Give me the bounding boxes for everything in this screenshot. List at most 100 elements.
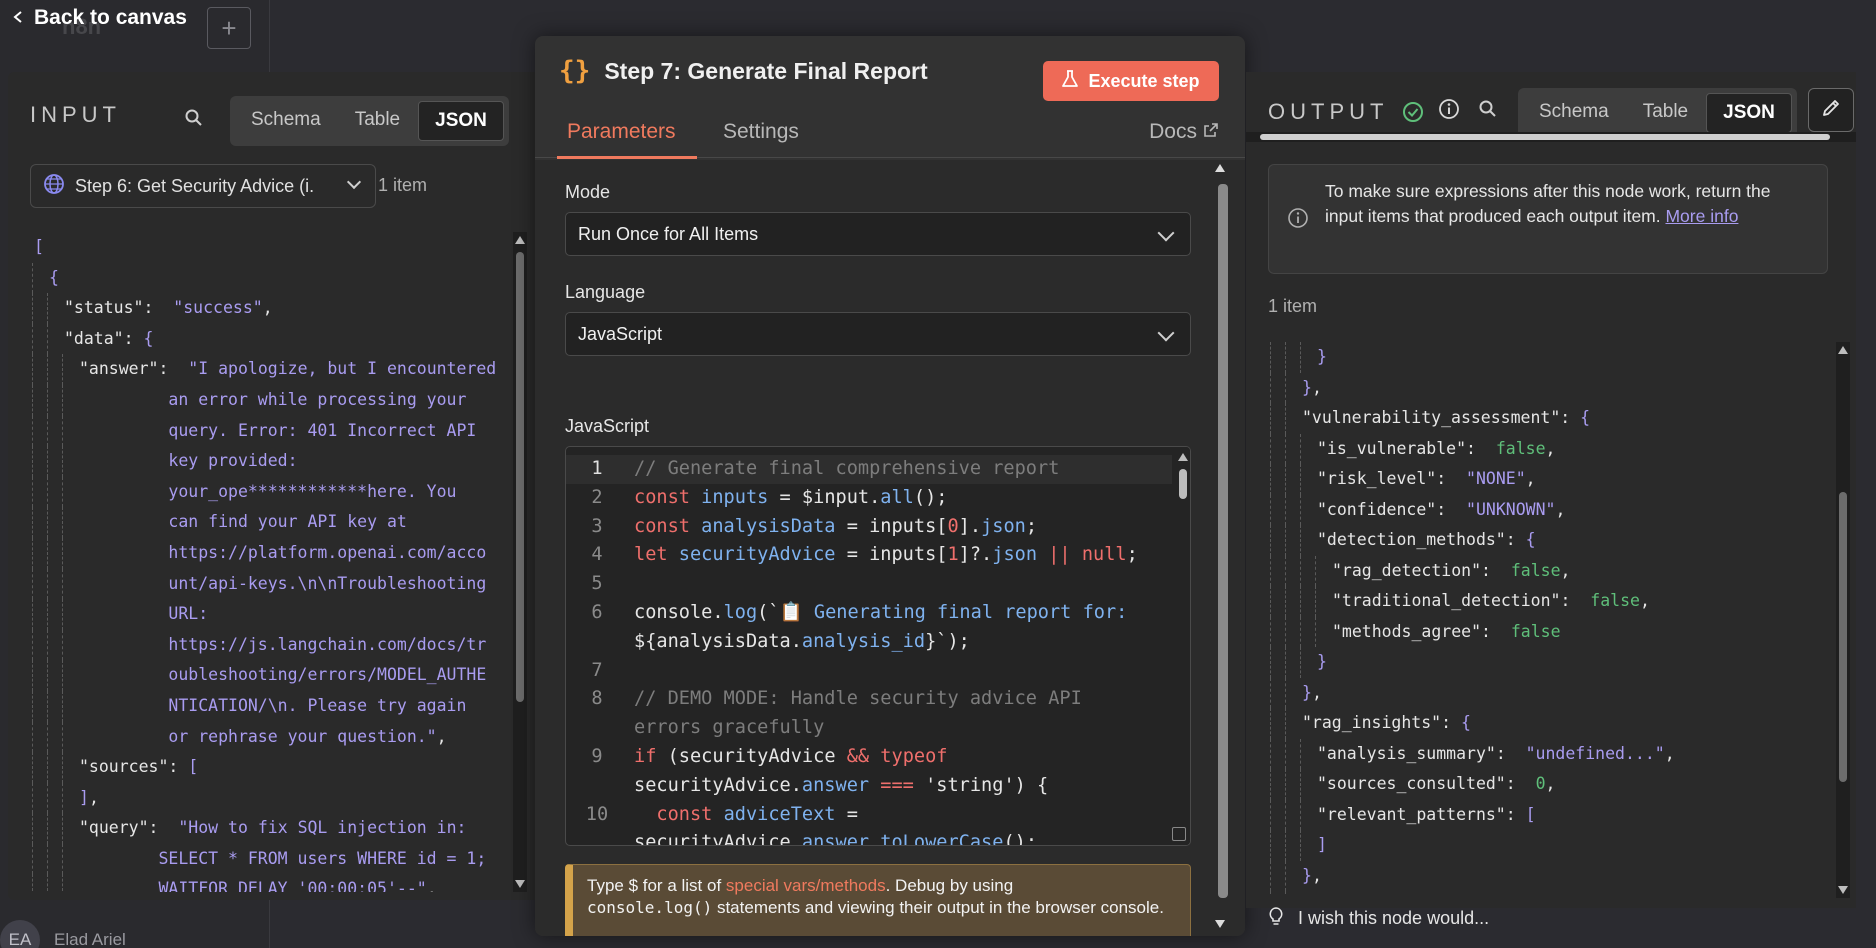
node-feedback-button[interactable]: I wish this node would...	[1268, 906, 1489, 931]
special-vars-link[interactable]: special vars/methods	[726, 876, 886, 895]
code-line[interactable]: securityAdvice.answer === 'string') {	[566, 772, 1172, 801]
code-token: // Generate final comprehensive report	[634, 458, 1060, 479]
back-to-canvas-label: Back to canvas	[34, 6, 187, 29]
line-number	[566, 628, 628, 657]
json-token: "traditional_detection"	[1332, 591, 1561, 610]
input-view-table[interactable]: Table	[339, 101, 416, 141]
json-token: :	[1505, 804, 1526, 824]
back-to-canvas-link[interactable]: Back to canvas	[12, 6, 187, 30]
indent-guide	[47, 476, 48, 508]
indent-guide	[62, 752, 63, 783]
json-token: ,	[436, 726, 447, 746]
json-token: https://platform.openai.com/acco	[79, 542, 487, 562]
code-scroll-thumb[interactable]	[1179, 469, 1187, 499]
scroll-up-arrow-icon[interactable]	[1215, 164, 1225, 172]
mode-select[interactable]: Run Once for All Items	[565, 212, 1191, 256]
json-token: :	[1436, 469, 1467, 488]
search-icon[interactable]	[184, 108, 204, 128]
code-scrollbar[interactable]	[1176, 447, 1190, 845]
code-line[interactable]: 4 let securityAdvice = inputs[1]?.json ||…	[566, 541, 1172, 570]
code-line[interactable]: 7	[566, 657, 1172, 686]
code-line[interactable]: 8 // DEMO MODE: Handle security advice AP…	[566, 685, 1172, 714]
input-view-json[interactable]: JSON	[418, 101, 504, 141]
json-line: },	[1268, 372, 1848, 403]
modal-scrollbar[interactable]	[1213, 160, 1233, 936]
code-line[interactable]: 6 console.log(`📋 Generating final report …	[566, 599, 1172, 628]
code-line[interactable]: 2 const inputs = $input.all();	[566, 484, 1172, 513]
input-json-view: [{"status": "success", "data": {"answer":…	[30, 232, 508, 892]
json-token: unt/api-keys.\n\nTroubleshooting	[79, 573, 487, 593]
code-line[interactable]: 3 const analysisData = inputs[0].json;	[566, 513, 1172, 542]
code-line[interactable]: 10 const adviceText =	[566, 801, 1172, 830]
input-scrollbar[interactable]	[513, 232, 527, 892]
node-title[interactable]: Step 7: Generate Final Report	[604, 58, 927, 85]
scroll-up-arrow-icon[interactable]	[515, 236, 525, 244]
output-scrollbar[interactable]	[1836, 342, 1850, 898]
json-line: your_ope************here. You	[30, 476, 508, 508]
code-lines[interactable]: 1 // Generate final comprehensive report 2…	[566, 455, 1172, 846]
json-token: false	[1510, 621, 1561, 641]
output-view-json[interactable]: JSON	[1706, 93, 1792, 133]
json-token: ,	[1545, 438, 1556, 458]
indent-guide	[1270, 586, 1271, 617]
json-line: }	[1268, 647, 1848, 678]
code-token: securityAdvice.	[634, 832, 802, 846]
output-hscroll-thumb[interactable]	[1260, 134, 1830, 140]
search-icon[interactable]	[1478, 99, 1498, 124]
scroll-down-arrow-icon[interactable]	[515, 880, 525, 888]
indent-guide	[1315, 586, 1316, 617]
code-editor[interactable]: 1 // Generate final comprehensive report 2…	[565, 446, 1191, 846]
json-token: "How to fix SQL injection in:	[178, 818, 467, 838]
execute-step-button[interactable]: Execute step	[1043, 61, 1219, 101]
code-line[interactable]: 9 if (securityAdvice && typeof	[566, 743, 1172, 772]
scroll-down-arrow-icon[interactable]	[1215, 920, 1225, 928]
code-line[interactable]: errors gracefully	[566, 714, 1172, 743]
hint-code-snippet: console.log()	[587, 898, 713, 917]
indent-guide	[47, 507, 48, 538]
input-scroll-thumb[interactable]	[516, 252, 524, 702]
output-view-schema[interactable]: Schema	[1523, 93, 1625, 133]
more-info-link[interactable]: More info	[1665, 206, 1738, 226]
indent-guide	[1285, 799, 1286, 830]
code-token: ].	[958, 515, 982, 537]
tab-settings[interactable]: Settings	[723, 120, 799, 144]
output-view-table[interactable]: Table	[1627, 93, 1704, 133]
modal-scroll-thumb[interactable]	[1218, 184, 1228, 898]
indent-guide	[32, 813, 33, 844]
json-token: :	[1441, 713, 1461, 732]
user-menu[interactable]: EA Elad Ariel	[0, 920, 126, 948]
code-line[interactable]: ${analysisData.analysis_id}`);	[566, 628, 1172, 657]
scroll-up-arrow-icon[interactable]	[1838, 346, 1848, 354]
output-scroll-thumb[interactable]	[1839, 492, 1847, 782]
json-token: ,	[1545, 774, 1556, 793]
code-token: all	[880, 486, 914, 508]
code-token: if	[634, 745, 668, 767]
json-token: "NONE"	[1466, 469, 1526, 488]
code-line[interactable]: 5	[566, 570, 1172, 599]
indent-guide	[1285, 860, 1286, 891]
info-icon[interactable]	[1438, 98, 1460, 125]
indent-guide	[62, 354, 63, 385]
language-select[interactable]: JavaScript	[565, 312, 1191, 356]
code-token: inputs	[701, 486, 769, 508]
add-node-button[interactable]: +	[207, 7, 251, 49]
indent-guide	[1285, 372, 1286, 403]
input-view-schema[interactable]: Schema	[235, 101, 337, 141]
code-line[interactable]: 1 // Generate final comprehensive report	[566, 455, 1172, 484]
docs-link[interactable]: Docs	[1149, 120, 1219, 144]
input-node-select[interactable]: Step 6: Get Security Advice (i.	[30, 164, 376, 208]
indent-guide	[1270, 433, 1271, 464]
edit-output-button[interactable]	[1808, 88, 1854, 132]
json-token: "query"	[79, 818, 149, 838]
resize-handle-icon[interactable]	[1172, 827, 1186, 841]
chevron-down-icon	[1157, 324, 1175, 342]
scroll-down-arrow-icon[interactable]	[1838, 886, 1848, 894]
output-horizontal-scrollbar[interactable]	[1246, 132, 1856, 142]
json-line: "sources_consulted": 0,	[1268, 769, 1848, 800]
scroll-up-arrow-icon[interactable]	[1178, 453, 1188, 461]
indent-guide	[47, 660, 48, 691]
code-line[interactable]: securityAdvice.answer.toLowerCase();	[566, 829, 1172, 846]
tab-parameters[interactable]: Parameters	[567, 120, 676, 144]
json-token: "vulnerability_assessment"	[1302, 408, 1561, 427]
